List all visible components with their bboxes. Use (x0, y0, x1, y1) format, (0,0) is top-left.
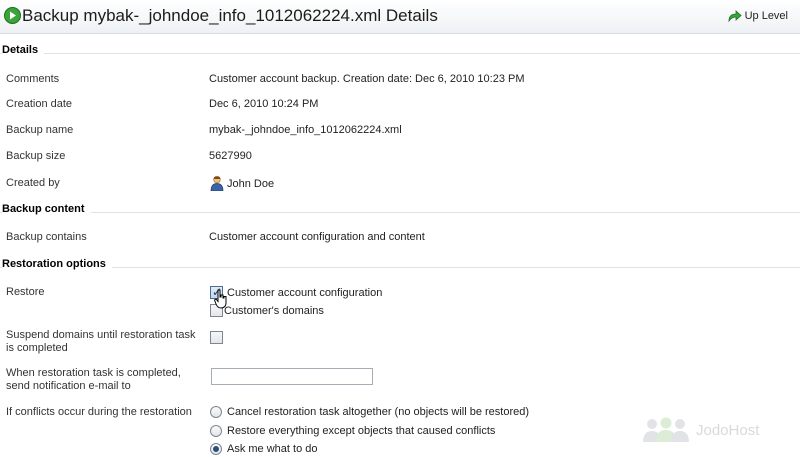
watermark: JodoHost (640, 416, 759, 444)
up-level-icon (728, 10, 742, 23)
conflict-ask-label[interactable]: Ask me what to do (227, 443, 318, 455)
conflicts-label: If conflicts occur during the restoratio… (6, 406, 192, 418)
backup-contains-label: Backup contains (6, 231, 87, 243)
section-restoration-options: Restoration options (0, 258, 800, 274)
section-divider (0, 53, 800, 54)
section-details: Details (0, 44, 800, 60)
backup-contains-value: Customer account configuration and conte… (209, 231, 425, 243)
conflict-except-label[interactable]: Restore everything except objects that c… (227, 425, 495, 437)
watermark-text: JodoHost (696, 421, 760, 439)
backup-name-label: Backup name (6, 124, 74, 136)
suspend-label: Suspend domains until restoration task i… (6, 329, 196, 354)
hand-cursor-icon (214, 289, 227, 309)
created-by-label: Created by (6, 177, 60, 189)
comments-value: Customer account backup. Creation date: … (209, 73, 525, 85)
customer-domains-label[interactable]: Customer's domains (224, 305, 324, 317)
notify-label: When restoration task is completed, send… (6, 367, 181, 392)
created-by-value[interactable]: John Doe (227, 178, 274, 190)
conflict-cancel-label[interactable]: Cancel restoration task altogether (no o… (227, 406, 529, 418)
conflict-except-radio[interactable] (210, 425, 222, 437)
section-title-backup-content: Backup content (2, 203, 91, 215)
section-title-restoration-options: Restoration options (2, 258, 112, 270)
customer-config-label[interactable]: Customer account configuration (227, 287, 382, 299)
user-icon (210, 175, 224, 191)
page-header: Backup mybak-_johndoe_info_1012062224.xm… (0, 0, 800, 34)
creation-date-value: Dec 6, 2010 10:24 PM (209, 98, 319, 110)
up-level-label: Up Level (744, 10, 788, 22)
up-level-button[interactable]: Up Level (726, 8, 788, 24)
conflict-ask-radio[interactable] (210, 443, 222, 455)
section-title-details: Details (2, 44, 45, 56)
people-logo-icon (643, 417, 689, 442)
backup-name-value: mybak-_johndoe_info_1012062224.xml (209, 124, 402, 136)
page-title: Backup mybak-_johndoe_info_1012062224.xm… (22, 6, 438, 25)
conflict-cancel-radio[interactable] (210, 406, 222, 418)
go-arrow-icon (4, 7, 21, 24)
creation-date-label: Creation date (6, 98, 73, 110)
section-divider (0, 212, 800, 213)
restore-label: Restore (6, 286, 45, 298)
comments-label: Comments (6, 73, 60, 85)
notification-email-input[interactable] (211, 368, 373, 385)
section-divider (0, 267, 800, 268)
backup-size-value: 5627990 (209, 150, 252, 162)
suspend-domains-checkbox[interactable] (210, 331, 223, 344)
section-backup-content: Backup content (0, 203, 800, 219)
backup-size-label: Backup size (6, 150, 66, 162)
